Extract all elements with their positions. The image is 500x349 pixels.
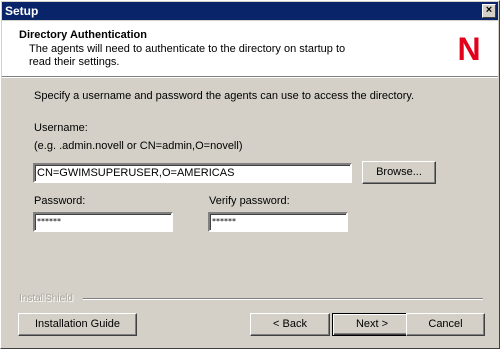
cancel-button[interactable]: Cancel	[406, 313, 485, 336]
next-button[interactable]: Next >	[332, 313, 412, 336]
installation-guide-button[interactable]: Installation Guide	[18, 313, 137, 336]
instruction-text: Specify a username and password the agen…	[34, 90, 415, 102]
username-example: (e.g. .admin.novell or CN=admin,O=novell…	[34, 140, 243, 152]
page-title: Directory Authentication	[19, 29, 147, 41]
setup-window: Setup × Directory Authentication The age…	[0, 0, 500, 349]
title-bar: Setup ×	[2, 2, 498, 20]
username-input[interactable]: CN=GWIMSUPERUSER,O=AMERICAS	[33, 163, 352, 183]
verify-password-label: Verify password:	[209, 195, 290, 207]
header-panel: Directory Authentication The agents will…	[2, 21, 498, 77]
browse-button[interactable]: Browse...	[362, 161, 436, 184]
back-button[interactable]: < Back	[250, 313, 330, 336]
password-label: Password:	[34, 195, 86, 207]
window-title: Setup	[5, 4, 39, 18]
close-icon[interactable]: ×	[482, 4, 496, 18]
page-description: The agents will need to authenticate to …	[29, 43, 346, 68]
password-input[interactable]: ******	[33, 212, 173, 232]
footer-separator	[83, 298, 483, 300]
verify-password-input[interactable]: ******	[208, 212, 348, 232]
novell-logo-icon: N	[457, 33, 480, 63]
installshield-label: InstallShield	[19, 293, 73, 304]
username-label: Username:	[34, 122, 88, 134]
header-divider	[2, 77, 498, 78]
logo-letter: N	[457, 33, 480, 63]
